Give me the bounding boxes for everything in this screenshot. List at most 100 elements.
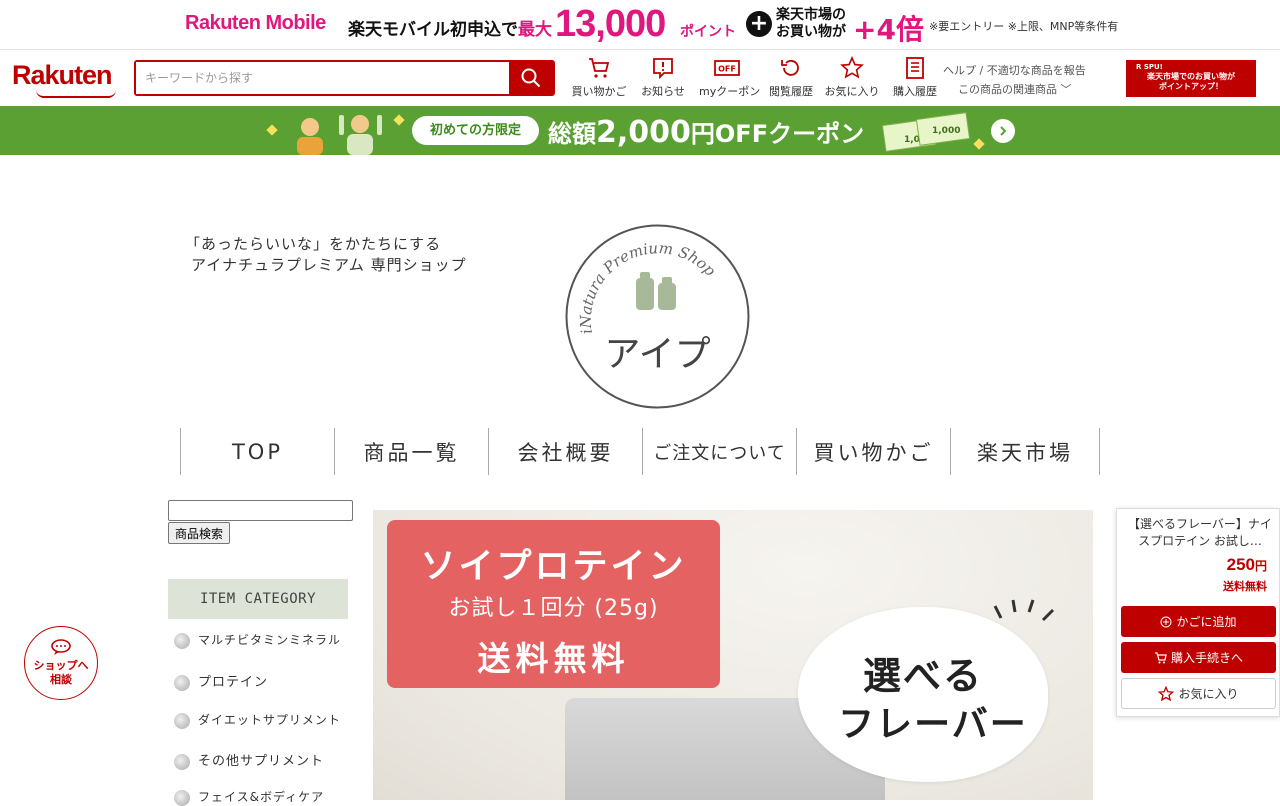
favorites-link[interactable]: お気に入り [824,56,880,99]
shop-search-input[interactable] [168,500,353,521]
chevron-right-icon[interactable] [991,119,1015,143]
coupon-amount: 2,000 [596,115,691,150]
promo-text-prefix: 楽天モバイル初申込で [348,20,518,40]
bullet-icon [174,753,190,770]
category-label: マルチビタミンミネラル [198,633,342,647]
price-value: 250 [1226,555,1255,574]
shop-chat-button[interactable]: ショップへ 相談 [24,626,98,700]
category-label: ダイエットサプリメント [198,713,341,727]
money-bills-illustration: 1,000 1,000 [881,112,970,152]
bullet-icon [174,674,190,691]
category-item[interactable]: マルチビタミンミネラル [174,631,341,649]
coupon-link[interactable]: OFF myクーポン [699,56,761,99]
promo-note: ※要エントリー ※上限、MNP等条件有 [929,20,1119,33]
category-item[interactable]: ダイエットサプリメント [174,711,341,729]
cart-label: 買い物かご [571,85,627,98]
coupon-suffix: 円OFFクーポン [690,120,865,148]
nav-cart[interactable]: 買い物かご [796,428,950,475]
price-currency: 円 [1254,559,1267,573]
notice-link[interactable]: お知らせ [635,56,691,99]
first-time-only-badge: 初めての方限定 [412,116,539,145]
spu-text-1: 楽天市場でのお買い物が [1147,72,1235,81]
promo-max: 最大 [518,20,552,40]
bullet-icon [174,712,190,729]
shop-search-button[interactable]: 商品検索 [168,522,231,544]
purchase-history-label: 購入履歴 [893,85,937,98]
logo-swoosh [36,90,116,98]
bill-2-label: 1,000 [932,126,960,136]
add-to-cart-button[interactable]: かごに追加 [1121,606,1276,637]
search-bar [134,60,555,96]
bubble-line2: フレーバー [838,704,1028,745]
sparkle-decoration [266,124,278,136]
history-link[interactable]: 閲覧履歴 [763,56,819,99]
bullet-icon [174,632,190,649]
shop-logo[interactable]: iNatura Premium Shop アイプ [564,223,751,410]
cart-icon [589,58,610,78]
category-item[interactable]: フェイス&ボディケア [174,788,324,806]
category-item[interactable]: その他サプリメント [174,750,324,770]
help-link[interactable]: ヘルプ / 不適切な商品を報告 [943,61,1086,80]
spu-tag: R SPU! [1136,63,1163,71]
shop-tagline-line1: 「あったらいいな」をかたちにする [185,235,442,253]
promo-ichiba-text: 楽天市場の お買い物が [776,7,846,41]
add-to-cart-label: かごに追加 [1176,615,1237,629]
search-button[interactable] [509,62,553,94]
category-item[interactable]: プロテイン [174,671,268,691]
search-input[interactable] [136,62,511,94]
checkout-label: 購入手続きへ [1170,651,1243,665]
nav-rakuten-ichiba[interactable]: 楽天市場 [950,428,1100,475]
promo-ichiba-line1: 楽天市場の [776,7,846,23]
rakuten-logo[interactable]: Rakuten [12,60,116,98]
coupon-badge: OFF [718,65,736,74]
shop-logo-name: アイプ [604,334,710,375]
rakuten-logo-text: Rakuten [12,60,113,90]
purchase-history-link[interactable]: 購入履歴 [887,56,943,99]
favorite-label: お気に入り [1178,687,1239,701]
promo-multiplier: +4倍 [853,13,924,46]
chat-label-2: 相談 [50,673,72,686]
coupon-label: myクーポン [699,85,761,98]
related-products-link[interactable]: この商品の関連商品 ﹀ [943,80,1086,99]
hero-subtitle: お試し１回分 (25g) [448,596,659,621]
site-header: Rakuten 買い物かご お知らせ OFF myクーポン 閲覧履歴 お気に入り… [0,50,1280,106]
search-icon [521,68,541,88]
plus-circle-icon [1160,616,1172,627]
nav-products[interactable]: 商品一覧 [334,428,488,475]
receipt-icon [906,57,924,79]
category-label: その他サプリメント [198,754,325,769]
bullet-icon [174,789,190,806]
product-name[interactable]: 【選べるフレーバー】ナイスプロテイン お試し… [1126,516,1274,550]
nav-ordering[interactable]: ご注文について [642,428,796,475]
nav-top[interactable]: TOP [180,428,334,475]
star-icon [1158,685,1175,701]
plus-icon: + [746,11,772,37]
hero-title: ソイプロテイン [420,547,687,587]
spu-text-2: ポイントアップ！ [1159,82,1223,91]
chevron-down-icon: ﹀ [1060,83,1072,96]
product-main-image[interactable]: ソイプロテイン お試し１回分 (25g) 送料無料 選べる フレーバー [373,510,1093,800]
favorite-button[interactable]: お気に入り [1121,678,1276,709]
notice-label: お知らせ [641,85,685,98]
hero-shipping: 送料無料 [477,639,630,678]
shop-tagline: 「あったらいいな」をかたちにする アイナチュラプレミアム 専門ショップ [185,234,467,276]
rakuten-mobile-logo: Rakuten Mobile [185,12,326,34]
checkout-button[interactable]: 購入手続きへ [1121,642,1276,673]
promo-label-box: ソイプロテイン お試し１回分 (25g) 送料無料 [387,520,720,688]
category-label: フェイス&ボディケア [198,790,325,804]
favorites-label: お気に入り [824,85,880,98]
nav-company[interactable]: 会社概要 [488,428,642,475]
item-category-heading: ITEM CATEGORY [168,579,348,619]
first-time-coupon-banner[interactable]: 初めての方限定 総額2,000円OFFクーポン 1,000 1,000 [0,106,1280,155]
history-icon [781,60,799,76]
rakuten-mobile-promo-banner[interactable]: Rakuten Mobile 楽天モバイル初申込で最大 13,000 ポイント … [0,0,1280,50]
coupon-headline: 総額2,000円OFFクーポン [548,114,864,150]
star-icon [840,56,864,79]
cart-icon [1154,651,1167,663]
coupon-prefix: 総額 [548,120,596,148]
help-links: ヘルプ / 不適切な商品を報告 この商品の関連商品 ﹀ [943,61,1086,99]
bubble-line1: 選べる [862,654,983,698]
spu-banner[interactable]: R SPU! 楽天市場でのお買い物が ポイントアップ！ [1126,60,1256,97]
product-price: 250円 [1227,555,1267,575]
cart-link[interactable]: 買い物かご [571,56,627,99]
